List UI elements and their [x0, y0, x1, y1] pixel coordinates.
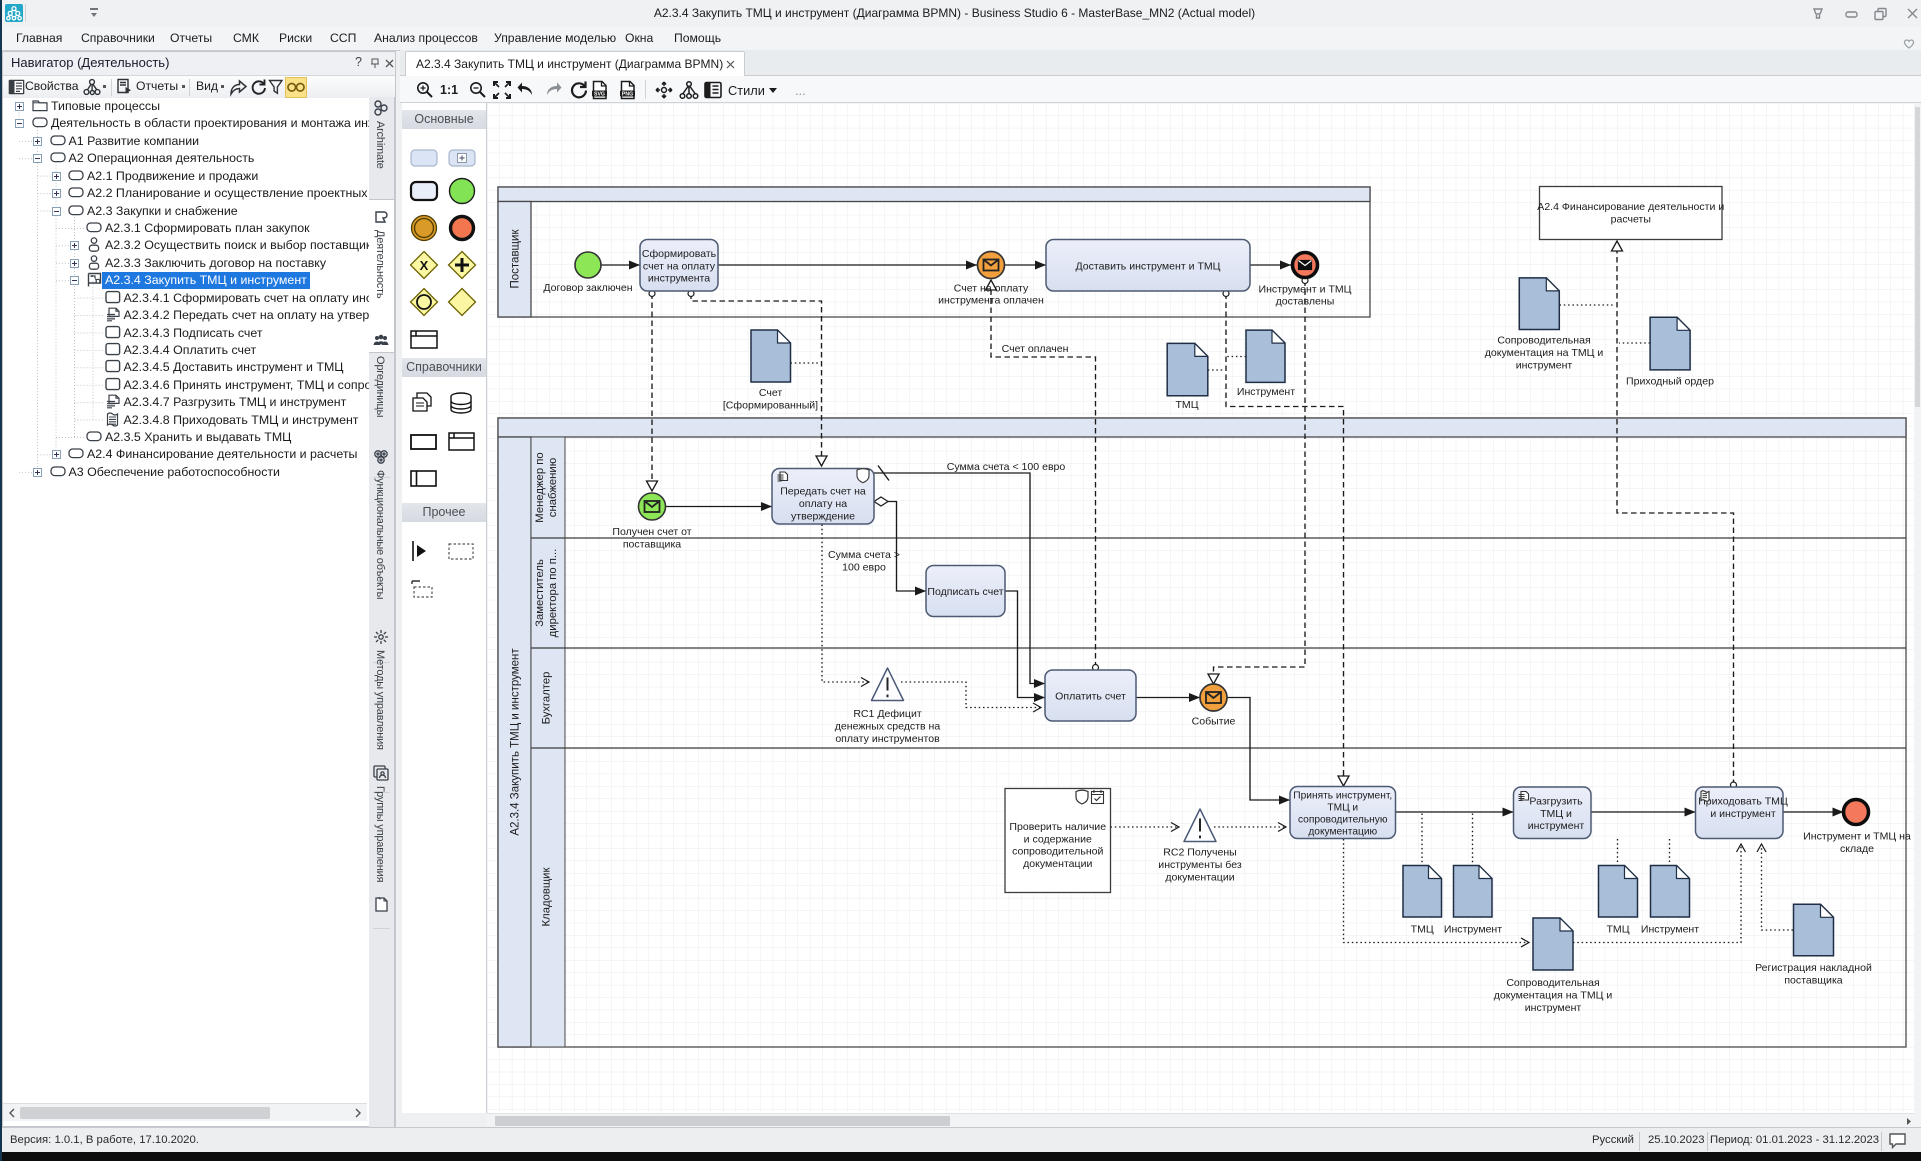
svg-text:Счет на оплату: Счет на оплату: [954, 283, 1029, 295]
svg-text:ТМЦ: ТМЦ: [1606, 924, 1629, 936]
svg-text:Сопроводительная: Сопроводительная: [1506, 977, 1599, 989]
svg-text:ТМЦ: ТМЦ: [1175, 399, 1198, 411]
svg-text:Приходовать ТМЦ: Приходовать ТМЦ: [1698, 796, 1788, 808]
svg-text:Принять инструмент,: Принять инструмент,: [1293, 790, 1392, 801]
svg-text:PNG: PNG: [622, 92, 633, 98]
svg-text:Доставить инструмент и ТМЦ: Доставить инструмент и ТМЦ: [1075, 260, 1220, 272]
svg-text:снабжению: снабжению: [547, 458, 559, 517]
svg-text:счет на оплату: счет на оплату: [643, 260, 716, 272]
svg-text:складе: складе: [1840, 843, 1874, 855]
svg-text:Приходный ордер: Приходный ордер: [1626, 376, 1714, 388]
svg-text:100 евро: 100 евро: [842, 562, 886, 574]
svg-text:Сумма счета >: Сумма счета >: [828, 549, 900, 561]
svg-text:Бухгалтер: Бухгалтер: [541, 672, 553, 725]
svg-text:RC2 Получены: RC2 Получены: [1163, 847, 1236, 859]
svg-text:Инструмент: Инструмент: [1237, 386, 1295, 398]
svg-text:Событие: Событие: [1192, 716, 1236, 728]
svg-text:Инструмент: Инструмент: [1444, 924, 1502, 936]
svg-text:Разгрузить: Разгрузить: [1529, 796, 1583, 808]
svg-text:Поставщик: Поставщик: [510, 229, 522, 289]
svg-text:поставщика: поставщика: [1784, 975, 1842, 987]
svg-text:Получен счет от: Получен счет от: [612, 526, 691, 538]
svg-text:Сумма счета < 100 евро: Сумма счета < 100 евро: [947, 461, 1066, 473]
svg-text:Сопроводительная: Сопроводительная: [1497, 335, 1590, 347]
svg-text:Регистрация накладной: Регистрация накладной: [1755, 962, 1872, 974]
svg-text:инструмента: инструмента: [648, 273, 710, 285]
svg-text:документации: документации: [1165, 872, 1234, 884]
svg-text:поставщика: поставщика: [623, 539, 681, 551]
svg-text:Кладовщик: Кладовщик: [541, 868, 553, 927]
svg-text:X: X: [420, 258, 429, 273]
svg-text:Проверить наличие: Проверить наличие: [1009, 821, 1106, 833]
svg-text:ТМЦ и: ТМЦ и: [1327, 802, 1358, 813]
svg-text:расчеты: расчеты: [1611, 214, 1651, 226]
svg-text:А2.4 Финансирование деятельнос: А2.4 Финансирование деятельности и: [1537, 201, 1724, 213]
svg-text:Инструмент: Инструмент: [1641, 924, 1699, 936]
svg-text:Инструмент и ТМЦ: Инструмент и ТМЦ: [1259, 284, 1352, 296]
svg-text:сопроводительной: сопроводительной: [1012, 846, 1103, 858]
svg-text:документацию: документацию: [1308, 827, 1377, 838]
svg-text:Инструмент и ТМЦ на: Инструмент и ТМЦ на: [1803, 831, 1911, 843]
svg-text:ТМЦ и: ТМЦ и: [1540, 808, 1572, 820]
svg-text:Договор заключен: Договор заключен: [543, 282, 632, 294]
svg-text:Менеджер по: Менеджер по: [534, 452, 546, 522]
svg-text:оплату на: оплату на: [799, 498, 847, 510]
svg-text:инструмент: инструмент: [1528, 820, 1585, 832]
svg-text:Счет оплачен: Счет оплачен: [1002, 343, 1069, 355]
svg-text:и инструмент: и инструмент: [1710, 808, 1775, 820]
svg-text:Оплатить счет: Оплатить счет: [1055, 691, 1126, 703]
svg-text:SVG: SVG: [594, 92, 605, 98]
svg-text:А2.3.4 Закупить ТМЦ и инструме: А2.3.4 Закупить ТМЦ и инструмент: [510, 648, 522, 836]
svg-text:и содержание: и содержание: [1024, 833, 1092, 845]
svg-text:Передать счет на: Передать счет на: [780, 486, 866, 498]
svg-text:утверждение: утверждение: [791, 510, 855, 522]
svg-text:Подписать счет: Подписать счет: [927, 586, 1003, 598]
svg-text:оплату инструментов: оплату инструментов: [835, 733, 940, 745]
svg-text:документация на ТМЦ и: документация на ТМЦ и: [1494, 990, 1613, 1002]
svg-text:инструмента оплачен: инструмента оплачен: [938, 295, 1044, 307]
svg-text:[Сформированный]: [Сформированный]: [723, 400, 818, 412]
svg-text:директора по п...: директора по п...: [547, 549, 559, 638]
svg-text:Счет: Счет: [759, 387, 783, 399]
svg-text:документация на ТМЦ и: документация на ТМЦ и: [1485, 347, 1604, 359]
svg-text:RC1 Дефицит: RC1 Дефицит: [853, 708, 922, 720]
svg-text:сопроводительную: сопроводительную: [1298, 815, 1388, 826]
svg-text:инструмент: инструмент: [1525, 1002, 1582, 1014]
svg-text:документации: документации: [1023, 858, 1092, 870]
svg-text:ТМЦ: ТМЦ: [1411, 924, 1434, 936]
svg-text:денежных средств на: денежных средств на: [835, 721, 941, 733]
svg-text:Заместитель: Заместитель: [534, 559, 546, 627]
svg-text:Сформировать: Сформировать: [642, 248, 717, 260]
svg-text:инструмент: инструмент: [1516, 360, 1573, 372]
svg-text:доставлены: доставлены: [1276, 296, 1335, 308]
svg-text:инструменты без: инструменты без: [1158, 859, 1242, 871]
